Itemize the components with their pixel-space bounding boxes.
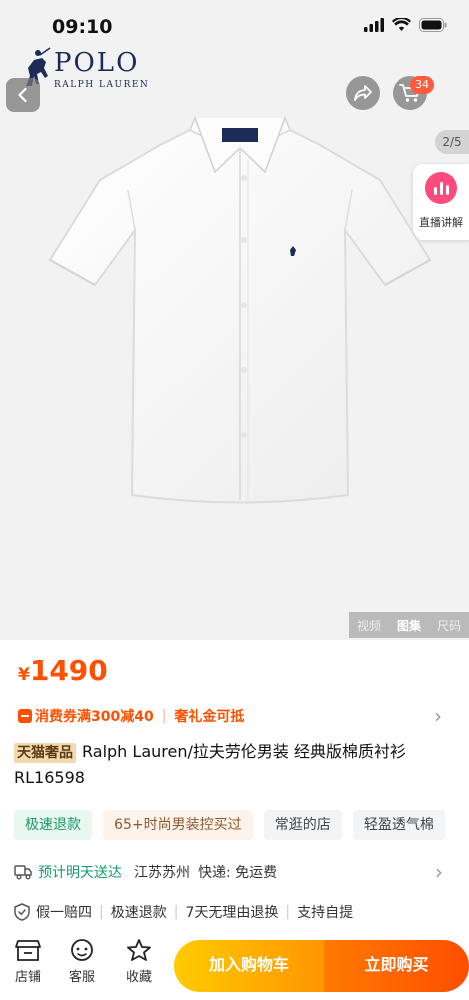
chip-buyers[interactable]: 65+时尚男装控买过 <box>103 810 253 840</box>
media-tabs: 视频 图集 尺码 <box>349 612 469 638</box>
store-icon <box>15 940 41 961</box>
signal-icon <box>364 18 384 32</box>
coupon-icon <box>18 709 32 723</box>
tab-video[interactable]: 视频 <box>357 617 381 634</box>
coupon-gift: 奢礼金可抵 <box>174 709 245 725</box>
coupon-offer: 消费券满300减40 <box>35 709 154 725</box>
shield-icon <box>14 903 30 921</box>
product-title-block: 天猫奢品 Ralph Lauren/拉夫劳伦男装 经典版棉质衬衫RL16598 <box>14 739 459 791</box>
nav-service[interactable]: 客服 <box>61 938 103 985</box>
status-icons <box>364 18 447 32</box>
chip-breathable[interactable]: 轻盈透气棉 <box>352 810 445 840</box>
tab-size[interactable]: 尺码 <box>437 617 461 634</box>
guarantee-item: 支持自提 <box>297 905 354 921</box>
shipping-row[interactable]: 预计明天送达 江苏苏州 快递: 免运费 › <box>14 860 459 884</box>
shipping-eta: 预计明天送达 <box>38 865 122 881</box>
product-gallery[interactable]: 09:10 POLO RALPH LAUREN 34 2/5 直播讲解 视频 图… <box>0 0 469 640</box>
brand-subtitle: RALPH LAUREN <box>54 80 150 90</box>
shipping-origin: 江苏苏州 <box>134 865 190 881</box>
status-bar: 09:10 <box>0 0 469 48</box>
tmall-luxury-tag: 天猫奢品 <box>14 743 76 763</box>
chip-fast-refund[interactable]: 极速退款 <box>14 810 92 840</box>
shipping-express: 快递: 免运费 <box>198 865 278 881</box>
nav-service-label: 客服 <box>68 970 95 985</box>
chevron-right-icon: › <box>434 704 442 728</box>
truck-icon <box>14 865 32 880</box>
price-currency: ¥ <box>18 665 30 685</box>
guarantee-item: 7天无理由退换 <box>185 905 279 921</box>
star-icon <box>127 939 151 961</box>
customer-service-icon <box>71 939 93 961</box>
guarantee-item: 极速退款 <box>110 905 167 921</box>
product-price: ¥1490 <box>18 654 108 687</box>
product-image[interactable] <box>40 100 440 530</box>
price-amount: 1490 <box>29 654 108 687</box>
coupon-divider: | <box>161 708 167 724</box>
tab-gallery[interactable]: 图集 <box>397 617 421 634</box>
nav-shop[interactable]: 店铺 <box>7 938 49 985</box>
guarantee-item: 假一赔四 <box>36 905 92 921</box>
status-time: 09:10 <box>52 16 113 38</box>
nav-shop-label: 店铺 <box>14 970 41 985</box>
chip-frequent-shop[interactable]: 常逛的店 <box>263 810 342 840</box>
product-chips: 极速退款 65+时尚男装控买过 常逛的店 轻盈透气棉 <box>14 810 469 840</box>
bottom-action-bar: 店铺 客服 收藏 加入购物车 立即购买 <box>0 934 469 1000</box>
image-index: 2/5 <box>435 130 469 154</box>
chevron-left-icon <box>18 87 27 103</box>
cart-count-badge: 34 <box>410 76 434 94</box>
guarantee-row[interactable]: 假一赔四 | 极速退款 | 7天无理由退换 | 支持自提 <box>14 900 469 924</box>
brand-logo: POLO RALPH LAUREN <box>20 42 160 94</box>
coupon-row[interactable]: 消费券满300减40 | 奢礼金可抵 › <box>18 703 458 729</box>
battery-icon <box>419 18 447 32</box>
chevron-right-icon: › <box>435 860 443 884</box>
nav-favorite[interactable]: 收藏 <box>118 938 160 985</box>
back-button[interactable] <box>6 78 40 112</box>
nav-favorite-label: 收藏 <box>125 970 152 985</box>
buy-now-button[interactable]: 立即购买 <box>324 940 469 992</box>
add-to-cart-button[interactable]: 加入购物车 <box>174 940 324 992</box>
wifi-icon <box>392 18 411 31</box>
brand-name: POLO <box>54 48 140 78</box>
